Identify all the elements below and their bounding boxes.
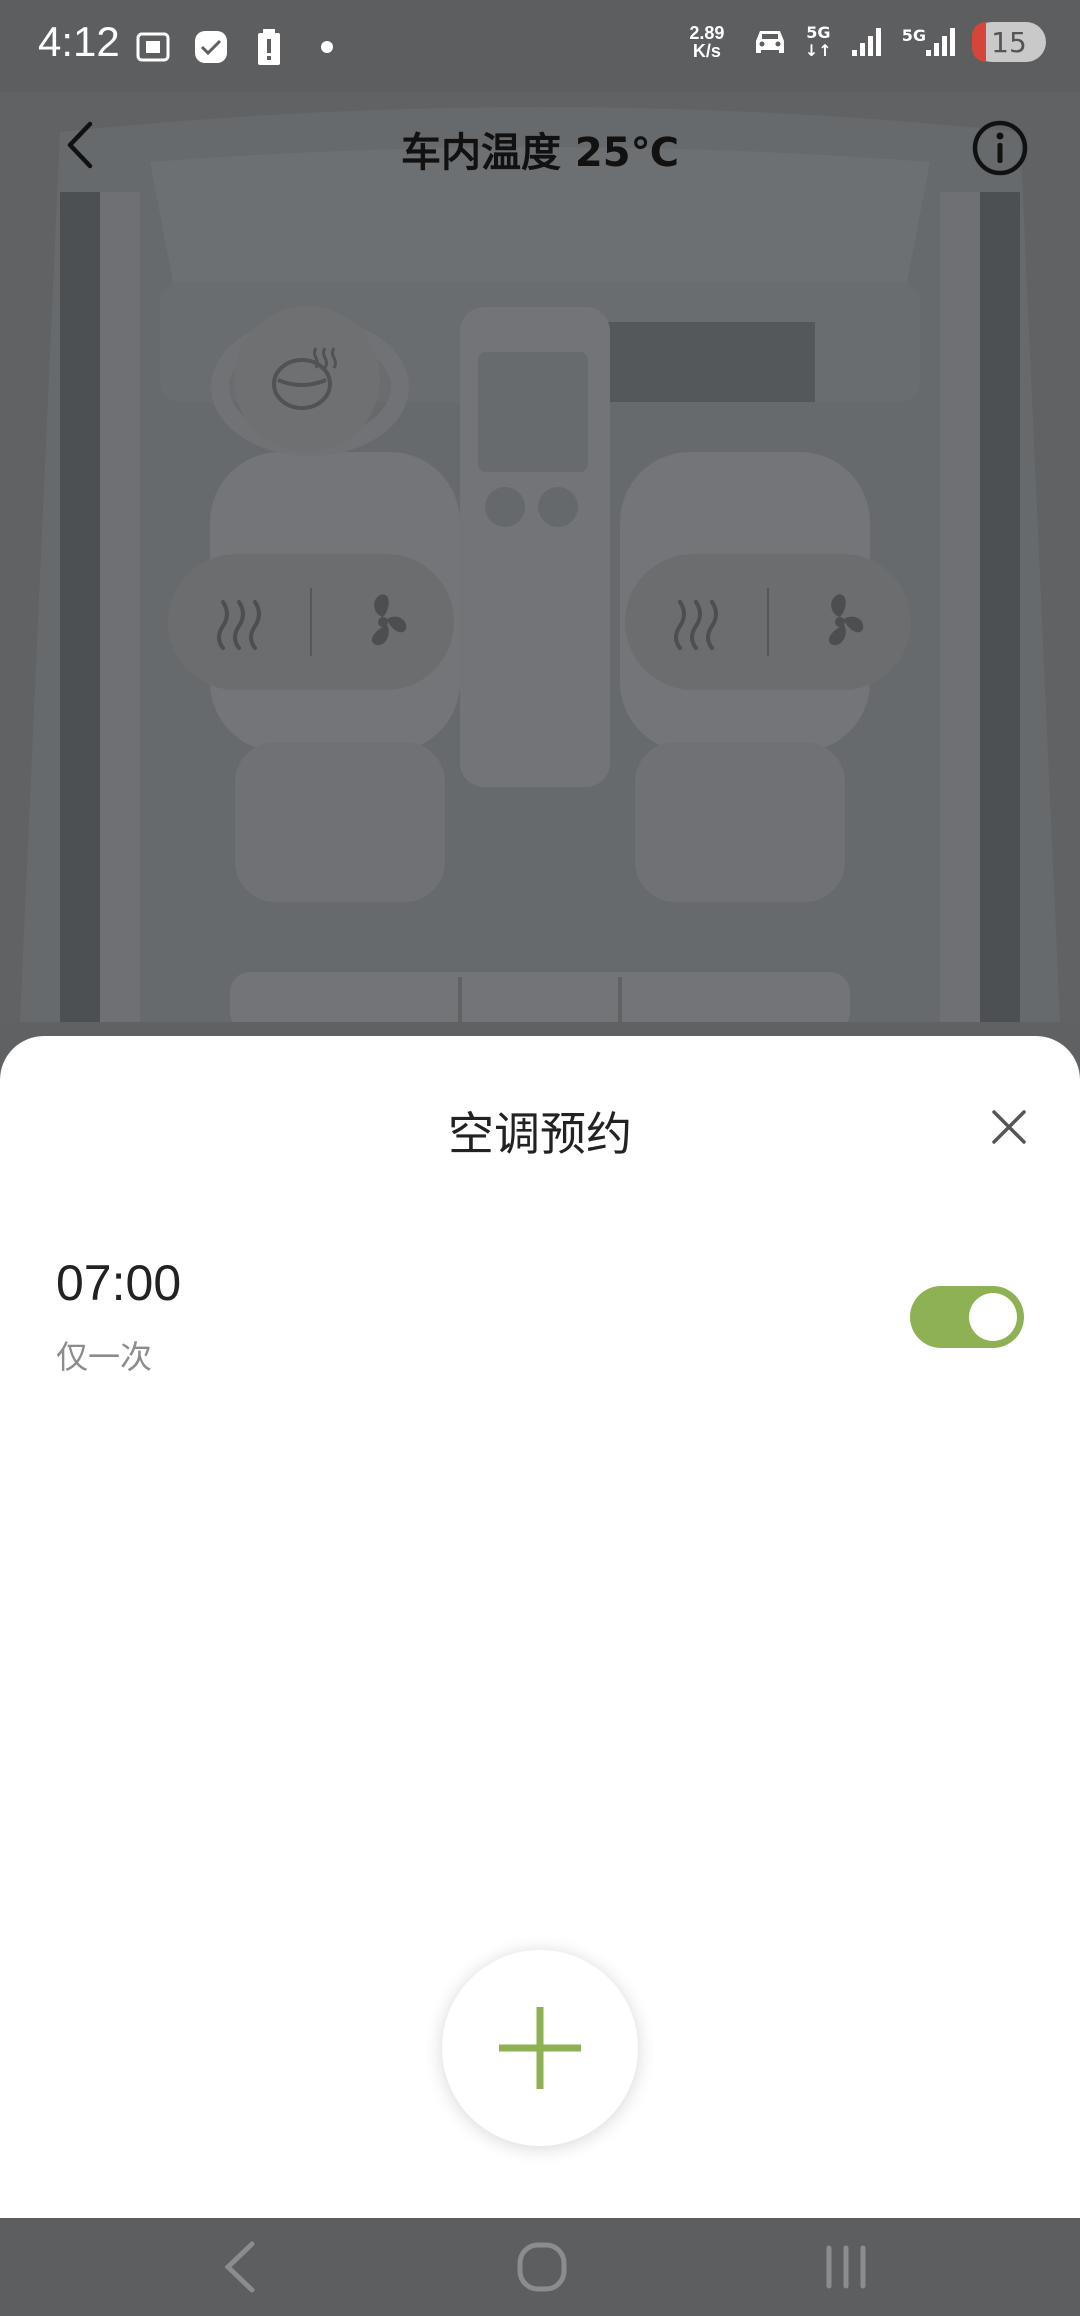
battery-alert-icon	[250, 28, 288, 66]
right-seat-controls	[625, 554, 911, 690]
left-seat-controls	[168, 554, 454, 690]
left-seat-fan-button[interactable]	[312, 554, 454, 690]
info-button[interactable]	[970, 118, 1030, 178]
plus-icon	[499, 2007, 581, 2089]
dot-icon	[308, 28, 346, 66]
screenshot-icon	[134, 28, 172, 66]
schedule-repeat: 仅一次	[56, 1338, 153, 1376]
battery-level: 15	[972, 22, 1046, 62]
signal-bars-icon	[848, 23, 886, 61]
status-time: 4:12	[38, 18, 120, 65]
steering-wheel-heat-icon	[272, 347, 337, 410]
schedule-toggle[interactable]	[910, 1286, 1024, 1348]
info-icon	[972, 120, 1028, 176]
signal-bars-5g-icon: 5G	[902, 26, 956, 58]
page-title: 车内温度 25℃	[400, 130, 680, 176]
sheet-title: 空调预约	[448, 1107, 632, 1161]
signal-5g-icon: 5G ↓↑	[804, 23, 832, 60]
network-label-2: 5G	[901, 26, 926, 45]
close-icon	[992, 1110, 1026, 1144]
seat-fan-icon	[371, 594, 407, 646]
car-top-view-illustration	[0, 92, 1080, 1022]
check-app-icon	[192, 28, 230, 66]
left-seat-heat-button[interactable]	[168, 554, 310, 690]
nav-recents-icon	[826, 2245, 866, 2289]
network-label-1: 5G	[806, 23, 831, 42]
battery-value: 15	[991, 25, 1027, 59]
net-speed: 2.89 K/s	[679, 24, 735, 60]
nav-back-icon	[224, 2241, 255, 2293]
status-bar: 4:12 2.89 K/s 5G ↓↑ 5G 15	[0, 0, 1080, 92]
seat-fan-icon	[828, 594, 864, 646]
nav-home-icon	[517, 2242, 567, 2292]
nav-back-button[interactable]	[200, 2236, 280, 2298]
steering-wheel-heat-button[interactable]	[234, 306, 380, 452]
ac-schedule-sheet: 空调预约 07:00 仅一次	[0, 1036, 1080, 2218]
schedule-time: 07:00	[56, 1255, 182, 1311]
add-schedule-button[interactable]	[442, 1950, 638, 2146]
net-speed-unit: K/s	[692, 41, 721, 61]
net-speed-value: 2.89	[689, 23, 725, 43]
nav-home-button[interactable]	[502, 2236, 582, 2298]
car-interior-view	[0, 92, 1080, 1022]
system-nav-bar	[0, 2218, 1080, 2316]
status-icons-left	[134, 28, 346, 66]
right-seat-fan-button[interactable]	[769, 554, 911, 690]
car-icon	[751, 23, 789, 61]
seat-heat-icon	[674, 600, 718, 650]
status-icons-right: 2.89 K/s 5G ↓↑ 5G 15	[679, 22, 1046, 62]
close-button[interactable]	[984, 1102, 1034, 1152]
nav-recents-button[interactable]	[806, 2236, 886, 2298]
toggle-knob	[969, 1293, 1017, 1341]
right-seat-heat-button[interactable]	[625, 554, 767, 690]
seat-heat-icon	[217, 600, 261, 650]
